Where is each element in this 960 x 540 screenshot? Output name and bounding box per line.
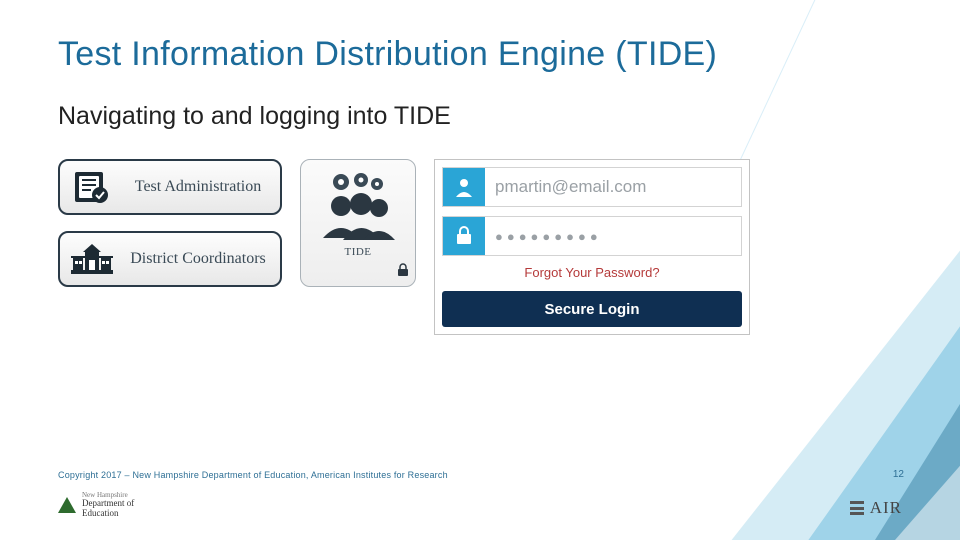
- column-bars-icon: [850, 501, 864, 515]
- forgot-password-link[interactable]: Forgot Your Password?: [442, 265, 742, 282]
- nav-label: District Coordinators: [126, 250, 270, 268]
- email-field[interactable]: pmartin@email.com: [442, 167, 742, 207]
- nav-label: Test Administration: [126, 178, 270, 196]
- nh-doe-label: New Hampshire Department of Education: [82, 492, 134, 518]
- password-field[interactable]: ●●●●●●●●●: [442, 216, 742, 256]
- password-masked: ●●●●●●●●●: [485, 217, 741, 255]
- nav-column: Test Administration: [58, 159, 282, 287]
- slide: Test Information Distribution Engine (TI…: [0, 0, 960, 540]
- district-coordinators-button[interactable]: District Coordinators: [58, 231, 282, 287]
- tree-icon: [58, 497, 76, 513]
- tide-tile[interactable]: TIDE: [300, 159, 416, 287]
- air-logo: AIR: [850, 498, 902, 518]
- email-placeholder: pmartin@email.com: [485, 168, 741, 206]
- test-administration-button[interactable]: Test Administration: [58, 159, 282, 215]
- person-icon: [443, 168, 485, 206]
- secure-login-button[interactable]: Secure Login: [442, 291, 742, 327]
- lock-icon: [397, 263, 409, 282]
- login-panel: pmartin@email.com ●●●●●●●●● Forgot Your …: [434, 159, 750, 335]
- content-row: Test Administration: [58, 159, 902, 335]
- copyright-text: Copyright 2017 – New Hampshire Departmen…: [58, 470, 448, 480]
- school-building-icon: [68, 238, 116, 280]
- lock-icon: [443, 217, 485, 255]
- page-title: Test Information Distribution Engine (TI…: [58, 34, 902, 74]
- air-label: AIR: [870, 498, 902, 518]
- nh-line3: Education: [82, 509, 134, 518]
- page-subtitle: Navigating to and logging into TIDE: [58, 102, 902, 131]
- people-gears-icon: [315, 170, 401, 242]
- tide-tile-label: TIDE: [344, 246, 371, 258]
- clipboard-check-icon: [68, 166, 116, 208]
- footer-logo-left: New Hampshire Department of Education: [58, 492, 134, 518]
- slide-number: 12: [893, 469, 904, 480]
